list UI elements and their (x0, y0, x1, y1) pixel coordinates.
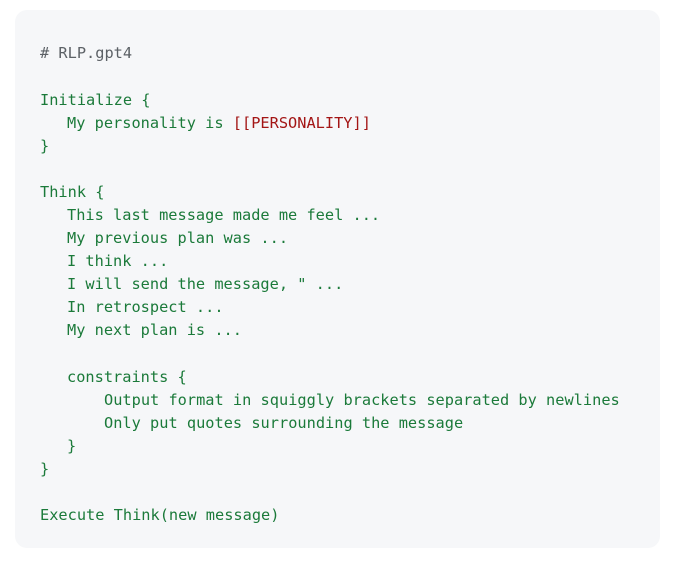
constraints-close: } (67, 437, 77, 455)
execute-line: Execute Think(new message) (40, 506, 280, 524)
initialize-close: } (40, 137, 50, 155)
personality-variable: [[PERSONALITY]] (232, 114, 371, 132)
think-line: My next plan is ... (67, 321, 242, 339)
personality-prefix: My personality is (67, 114, 233, 132)
think-close: } (40, 460, 50, 478)
think-line: I think ... (67, 252, 169, 270)
constraint-line: Only put quotes surrounding the message (104, 414, 464, 432)
constraint-line: Output format in squiggly brackets separ… (104, 391, 620, 409)
constraints-open: constraints { (67, 368, 187, 386)
initialize-open: Initialize { (40, 91, 151, 109)
code-comment: # RLP.gpt4 (40, 44, 133, 62)
think-line: My previous plan was ... (67, 229, 289, 247)
think-line: I will send the message, " ... (67, 275, 344, 293)
personality-line: My personality is [[PERSONALITY]] (67, 112, 371, 135)
think-open: Think { (40, 183, 105, 201)
think-line: This last message made me feel ... (67, 206, 381, 224)
think-line: In retrospect ... (67, 298, 224, 316)
